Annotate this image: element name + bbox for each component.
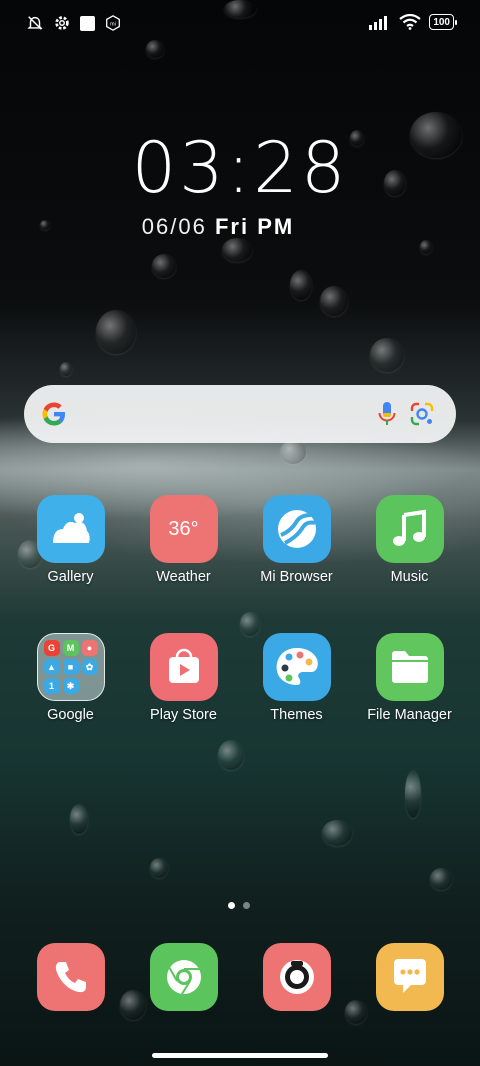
date-value: 06/06 [141,214,207,239]
page-dot-active [228,902,235,909]
themes-icon [262,633,331,701]
dock-chrome[interactable] [127,943,240,1011]
square-notification-icon [80,15,95,31]
battery-icon: 100 [429,14,457,30]
weekday: Fri [214,214,250,239]
app-weather[interactable]: 36° Weather [127,495,240,585]
phone-icon [36,943,105,1011]
play-store-icon [149,633,218,701]
gmail-mini-icon: M [62,640,79,656]
google-g-icon [42,402,65,426]
chrome-icon [149,943,218,1011]
meet-mini-icon: ■ [62,659,79,675]
app-label: Gallery [47,569,94,585]
file-manager-icon [375,633,444,701]
mi-browser-icon [262,495,331,563]
dock-phone[interactable] [14,943,127,1011]
page-dot [243,902,250,909]
one-mini-icon: 1 [43,678,60,694]
page-indicator[interactable] [228,902,250,909]
google-search-bar[interactable] [24,385,456,443]
app-file-manager[interactable]: File Manager [353,633,466,723]
google-folder-icon: G M ● ▲ ■ ✿ 1 ✱ [36,633,105,701]
mi-icon: mi [106,15,120,31]
app-themes[interactable]: Themes [240,633,353,723]
camera-icon [262,943,331,1011]
app-gallery[interactable]: Gallery [14,495,127,585]
weather-icon: 36° [149,495,218,563]
signal-icon [369,16,388,30]
status-bar: mi 100 [0,0,480,46]
app-label: Google [47,707,94,723]
empty-slot [82,678,98,694]
battery-level: 100 [433,16,450,28]
dock-messages[interactable] [353,943,466,1011]
app-label: Themes [270,707,323,723]
photos-mini-icon: ✿ [81,659,98,675]
app-label: Music [390,569,429,585]
clock-time[interactable]: 03:28 [0,126,480,210]
app-play-store[interactable]: Play Store [127,633,240,723]
mute-vibrate-icon [27,16,43,30]
home-gesture-bar[interactable] [152,1053,328,1058]
google-lens-icon[interactable] [408,400,436,428]
app-label: Mi Browser [260,569,333,585]
weather-temperature: 36° [168,517,199,540]
app-music[interactable]: Music [353,495,466,585]
app-label: Play Store [150,707,217,723]
svg-text:mi: mi [110,22,116,28]
app-label: File Manager [367,707,452,723]
google-mini-icon: G [43,640,60,656]
messages-icon [375,943,444,1011]
music-icon [375,495,444,563]
settings-gear-icon [55,16,69,30]
dock-camera[interactable] [240,943,353,1011]
app-mi-browser[interactable]: Mi Browser [240,495,353,585]
mic-icon[interactable] [376,400,398,428]
app-label: Weather [156,569,211,585]
wifi-icon [399,14,421,30]
settings-mini-icon: ✱ [62,678,79,694]
clock-date[interactable]: 06/06 Fri PM [0,214,436,240]
meridiem: PM [257,214,295,239]
drive-mini-icon: ▲ [43,659,60,675]
gallery-icon [36,495,105,563]
folder-google[interactable]: G M ● ▲ ■ ✿ 1 ✱ Google [14,633,127,723]
maps-mini-icon: ● [81,640,98,656]
